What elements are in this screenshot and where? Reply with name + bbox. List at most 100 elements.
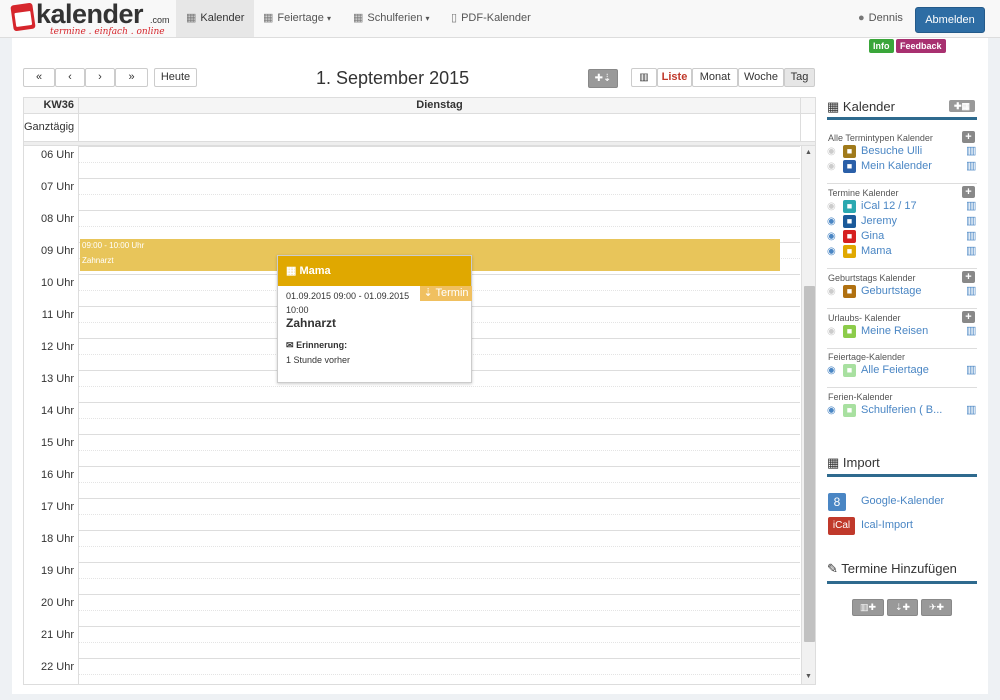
calendar-item-label[interactable]: Geburtstage	[861, 285, 922, 297]
calendar-item-label[interactable]: Jeremy	[861, 215, 897, 227]
calendar-color-icon: ■	[843, 145, 856, 158]
visibility-eye-icon[interactable]: ◉	[827, 161, 838, 172]
hour-label: 11 Uhr	[24, 306, 79, 338]
half-hour-line	[79, 418, 800, 419]
visibility-eye-icon[interactable]: ◉	[827, 326, 838, 337]
hour-line	[79, 562, 800, 563]
time-row[interactable]: 07 Uhr	[24, 178, 800, 210]
day-grid: KW36 Dienstag Ganztägig 06 Uhr 07 Uhr 08 U…	[23, 97, 816, 685]
kalender-logo[interactable]: kalender .com termine . einfach . online	[10, 0, 172, 37]
time-row[interactable]: 08 Uhr	[24, 210, 800, 242]
add-birthday-button[interactable]: ▥✚	[852, 599, 884, 616]
visibility-eye-icon[interactable]: ◉	[827, 146, 838, 157]
half-hour-line	[79, 450, 800, 451]
add-calendar-button[interactable]: ✚▦	[949, 100, 975, 112]
trash-icon[interactable]: ▥	[966, 145, 976, 157]
time-row[interactable]: 17 Uhr	[24, 498, 800, 530]
add-event-button[interactable]: ✚⇣	[588, 69, 618, 88]
google-import-link[interactable]: Google-Kalender	[861, 495, 944, 507]
visibility-eye-icon[interactable]: ◉	[827, 405, 838, 416]
half-hour-line	[79, 610, 800, 611]
view-day-button[interactable]: Tag	[784, 68, 815, 87]
time-row[interactable]: 20 Uhr	[24, 594, 800, 626]
add-to-group-button[interactable]: +	[962, 131, 975, 143]
trash-icon[interactable]: ▥	[966, 404, 976, 416]
logout-button[interactable]: Abmelden	[915, 7, 985, 33]
birthday-view-button[interactable]: ▥	[631, 68, 657, 87]
trash-icon[interactable]: ▥	[966, 160, 976, 172]
trash-icon[interactable]: ▥	[966, 285, 976, 297]
calendar-color-icon: ■	[843, 245, 856, 258]
info-badge[interactable]: Info	[869, 39, 894, 53]
header-spacer	[800, 98, 815, 114]
today-button[interactable]: Heute	[154, 68, 197, 87]
time-row[interactable]: 21 Uhr	[24, 626, 800, 658]
time-row[interactable]: 06 Uhr	[24, 146, 800, 178]
caret-down-icon: ▾	[326, 14, 331, 23]
nav-feiertage[interactable]: ▦ Feiertage ▾	[253, 0, 341, 37]
time-row[interactable]: 14 Uhr	[24, 402, 800, 434]
visibility-eye-icon[interactable]: ◉	[827, 201, 838, 212]
trash-icon[interactable]: ▥	[966, 364, 976, 376]
sidebar-import-title: ▦ Import	[827, 455, 880, 471]
next-month-button[interactable]: »	[115, 68, 148, 87]
time-row[interactable]: 15 Uhr	[24, 434, 800, 466]
prev-button[interactable]: ‹	[55, 68, 85, 87]
calendar-title-label: Kalender	[842, 99, 895, 114]
user-menu[interactable]: ● Dennis	[858, 0, 903, 37]
visibility-eye-icon[interactable]: ◉	[827, 365, 838, 376]
calendar-item-label[interactable]: Alle Feiertage	[861, 364, 929, 376]
add-bar	[827, 581, 977, 584]
scroll-down-icon[interactable]: ▼	[805, 673, 812, 680]
trash-icon[interactable]: ▥	[966, 230, 976, 242]
time-row[interactable]: 16 Uhr	[24, 466, 800, 498]
calendar-item-label[interactable]: iCal 12 / 17	[861, 200, 917, 212]
add-to-group-button[interactable]: +	[962, 271, 975, 283]
trash-icon[interactable]: ▥	[966, 215, 976, 227]
add-to-group-button[interactable]: +	[962, 311, 975, 323]
paperclip-icon: ✎	[827, 561, 838, 576]
user-icon: ●	[858, 12, 865, 24]
visibility-eye-icon[interactable]: ◉	[827, 231, 838, 242]
view-list-button[interactable]: Liste	[657, 68, 692, 87]
feedback-badge[interactable]: Feedback	[896, 39, 946, 53]
scrollbar-thumb[interactable]	[804, 286, 815, 642]
nav-schulferien[interactable]: ▦ Schulferien ▾	[343, 0, 440, 37]
view-week-button[interactable]: Woche	[738, 68, 784, 87]
time-row[interactable]: 18 Uhr	[24, 530, 800, 562]
calendar-icon: ▦	[827, 99, 840, 114]
visibility-eye-icon[interactable]: ◉	[827, 216, 838, 227]
view-month-button[interactable]: Monat	[692, 68, 738, 87]
calendar-item-label[interactable]: Besuche Ulli	[861, 145, 922, 157]
scroll-up-icon[interactable]: ▲	[805, 149, 812, 156]
add-to-group-button[interactable]: +	[962, 186, 975, 198]
calendar-item-label[interactable]: Mein Kalender	[861, 160, 932, 172]
calendar-item-label[interactable]: Schulferien ( B...	[861, 404, 942, 416]
popup-title: Zahnarzt	[286, 316, 337, 330]
popup-tag-label: Termin	[435, 287, 469, 299]
hour-label: 17 Uhr	[24, 498, 79, 530]
prev-month-button[interactable]: «	[23, 68, 55, 87]
add-appointment-button[interactable]: ⇣✚	[887, 599, 918, 616]
ical-import-link[interactable]: Ical-Import	[861, 519, 913, 531]
trash-icon[interactable]: ▥	[966, 325, 976, 337]
next-button[interactable]: ›	[85, 68, 115, 87]
popup-tag: ⇣ Termin	[420, 286, 472, 301]
add-trip-button[interactable]: ✈✚	[921, 599, 952, 616]
calendar-item-label[interactable]: Meine Reisen	[861, 325, 928, 337]
calendar-item-label[interactable]: Mama	[861, 245, 892, 257]
time-row[interactable]: 22 Uhr	[24, 658, 800, 684]
trash-icon[interactable]: ▥	[966, 245, 976, 257]
group-separator	[827, 308, 977, 309]
nav-kalender[interactable]: ▦ Kalender	[176, 0, 255, 37]
calendar-item-label[interactable]: Gina	[861, 230, 884, 242]
trash-icon[interactable]: ▥	[966, 200, 976, 212]
visibility-eye-icon[interactable]: ◉	[827, 286, 838, 297]
time-slots[interactable]: 06 Uhr 07 Uhr 08 Uhr 09 Uhr 10 Uhr 11 Uhr 12 U…	[24, 146, 800, 684]
visibility-eye-icon[interactable]: ◉	[827, 246, 838, 257]
scrollbar[interactable]: ▲ ▼	[801, 146, 815, 684]
logo-word: kalender	[36, 0, 144, 29]
all-day-row[interactable]: Ganztägig	[24, 114, 815, 142]
time-row[interactable]: 19 Uhr	[24, 562, 800, 594]
nav-pdf-kalender[interactable]: ▯ PDF-Kalender	[441, 0, 541, 37]
